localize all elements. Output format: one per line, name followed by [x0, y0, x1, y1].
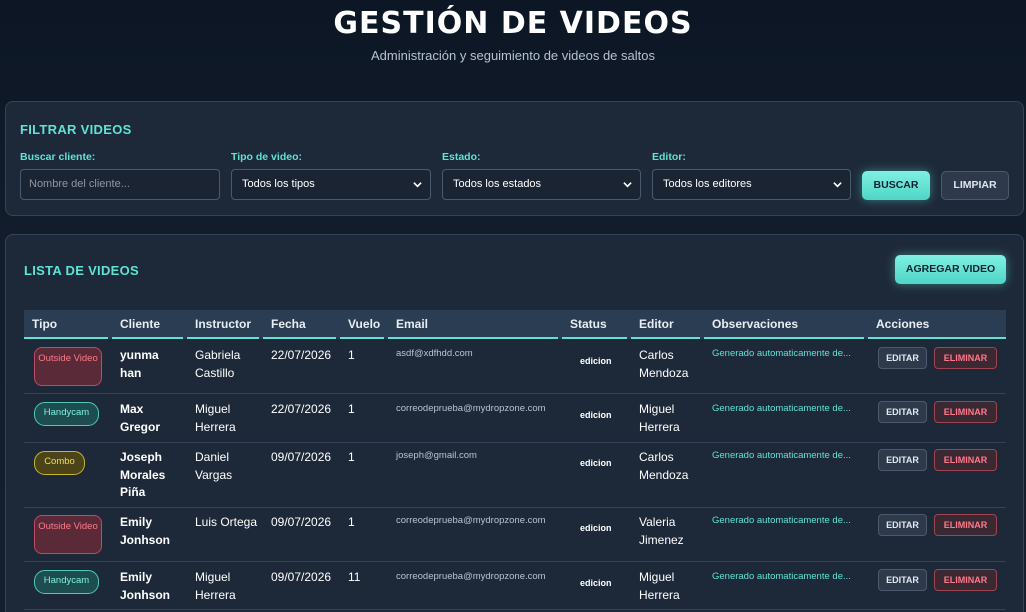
type-filter-value: Todos los tipos	[242, 178, 315, 190]
video-list-panel: LISTA DE VIDEOS AGREGAR VIDEO Tipo Clien…	[5, 234, 1024, 612]
edit-button[interactable]: EDITAR	[878, 569, 927, 591]
client-email: correodeprueba@mydropzone.com	[396, 571, 546, 582]
type-badge: Outside Video	[34, 347, 102, 386]
add-video-button[interactable]: AGREGAR VIDEO	[895, 255, 1006, 284]
table-row[interactable]: Outside Video Emily Jonhson Luis Ortega …	[24, 508, 1006, 562]
type-filter-label: Tipo de video:	[231, 151, 302, 163]
chevron-down-icon	[833, 182, 842, 188]
status-text: edicion	[580, 410, 612, 420]
delete-button[interactable]: ELIMINAR	[934, 401, 997, 423]
editor-name: Miguel Herrera	[639, 402, 680, 434]
type-filter-select[interactable]: Todos los tipos	[231, 169, 431, 200]
editor-name: Carlos Mendoza	[639, 450, 689, 482]
delete-button[interactable]: ELIMINAR	[934, 347, 997, 369]
page-title: GESTIÓN DE VIDEOS	[333, 6, 693, 41]
flight-number: 1	[348, 348, 355, 362]
editor-filter-value: Todos los editores	[663, 178, 752, 190]
editor-filter-label: Editor:	[652, 151, 686, 163]
table-row[interactable]: Handycam Max Gregor Miguel Herrera 22/07…	[24, 394, 1006, 443]
client-name: Joseph Morales Piña	[120, 450, 166, 499]
client-name: yunma han	[120, 348, 159, 380]
flight-number: 1	[348, 450, 355, 464]
client-email: correodeprueba@mydropzone.com	[396, 403, 546, 414]
type-badge: Handycam	[34, 402, 99, 426]
observations-text: Generado automaticamente de...	[712, 450, 851, 461]
table-row[interactable]: Outside Video yunma han Gabriela Castill…	[24, 341, 1006, 394]
column-header-date[interactable]: Fecha	[263, 310, 336, 339]
client-name: Max Gregor	[120, 402, 161, 434]
status-text: edicion	[580, 458, 612, 468]
edit-button[interactable]: EDITAR	[878, 514, 927, 536]
table-row[interactable]: Combo Joseph Morales Piña Daniel Vargas …	[24, 443, 1006, 508]
observations-text: Generado automaticamente de...	[712, 403, 851, 414]
column-header-client[interactable]: Cliente	[112, 310, 183, 339]
editor-name: Miguel Herrera	[639, 570, 680, 602]
clear-button[interactable]: LIMPIAR	[941, 171, 1009, 200]
delete-button[interactable]: ELIMINAR	[934, 569, 997, 591]
observations-text: Generado automaticamente de...	[712, 515, 851, 526]
status-text: edicion	[580, 578, 612, 588]
video-date: 09/07/2026	[271, 570, 332, 584]
table-header: Tipo Cliente Instructor Fecha Vuelo Emai…	[24, 310, 1006, 339]
delete-button[interactable]: ELIMINAR	[934, 514, 997, 536]
column-header-flight[interactable]: Vuelo	[340, 310, 384, 339]
client-email: correodeprueba@mydropzone.com	[396, 515, 546, 526]
instructor-name: Miguel Herrera	[195, 402, 236, 434]
status-filter-select[interactable]: Todos los estados	[442, 169, 641, 200]
status-text: edicion	[580, 523, 612, 533]
status-filter-value: Todos los estados	[453, 178, 542, 190]
instructor-name: Luis Ortega	[195, 515, 258, 529]
editor-name: Valeria Jimenez	[639, 515, 684, 547]
editor-name: Carlos Mendoza	[639, 348, 689, 380]
column-header-actions: Acciones	[868, 310, 1006, 339]
flight-number: 11	[348, 570, 361, 584]
flight-number: 1	[348, 402, 355, 416]
video-date: 09/07/2026	[271, 450, 332, 464]
page-subtitle: Administración y seguimiento de videos d…	[371, 48, 655, 63]
edit-button[interactable]: EDITAR	[878, 401, 927, 423]
delete-button[interactable]: ELIMINAR	[934, 449, 997, 471]
client-name: Emily Jonhson	[120, 570, 170, 602]
column-header-instructor[interactable]: Instructor	[187, 310, 259, 339]
search-button[interactable]: BUSCAR	[862, 171, 930, 200]
type-badge: Combo	[34, 451, 85, 475]
client-filter-label: Buscar cliente:	[20, 151, 96, 163]
status-filter-label: Estado:	[442, 151, 481, 163]
video-date: 09/07/2026	[271, 515, 332, 529]
type-badge: Outside Video	[34, 515, 102, 554]
type-badge: Handycam	[34, 570, 99, 594]
column-header-observations[interactable]: Observaciones	[704, 310, 864, 339]
instructor-name: Daniel Vargas	[195, 450, 233, 482]
client-search-input[interactable]: Nombre del cliente...	[20, 169, 220, 200]
flight-number: 1	[348, 515, 355, 529]
filter-title: FILTRAR VIDEOS	[20, 122, 132, 137]
list-title: LISTA DE VIDEOS	[24, 263, 140, 278]
page-header: GESTIÓN DE VIDEOS Administración y segui…	[0, 0, 1026, 100]
edit-button[interactable]: EDITAR	[878, 347, 927, 369]
status-text: edicion	[580, 356, 612, 366]
observations-text: Generado automaticamente de...	[712, 348, 851, 359]
editor-filter-select[interactable]: Todos los editores	[652, 169, 851, 200]
column-header-type[interactable]: Tipo	[24, 310, 108, 339]
chevron-down-icon	[413, 182, 422, 188]
filter-panel: FILTRAR VIDEOS Buscar cliente: Nombre de…	[5, 101, 1024, 216]
instructor-name: Miguel Herrera	[195, 570, 236, 602]
client-email: joseph@gmail.com	[396, 450, 477, 461]
video-date: 22/07/2026	[271, 348, 332, 362]
observations-text: Generado automaticamente de...	[712, 571, 851, 582]
column-header-email[interactable]: Email	[388, 310, 558, 339]
client-name: Emily Jonhson	[120, 515, 170, 547]
column-header-editor[interactable]: Editor	[631, 310, 700, 339]
table-row[interactable]: Handycam Emily Jonhson Miguel Herrera 09…	[24, 562, 1006, 610]
instructor-name: Gabriela Castillo	[195, 348, 241, 380]
column-header-status[interactable]: Status	[562, 310, 627, 339]
video-date: 22/07/2026	[271, 402, 332, 416]
chevron-down-icon	[623, 182, 632, 188]
edit-button[interactable]: EDITAR	[878, 449, 927, 471]
client-email: asdf@xdfhdd.com	[396, 348, 473, 359]
